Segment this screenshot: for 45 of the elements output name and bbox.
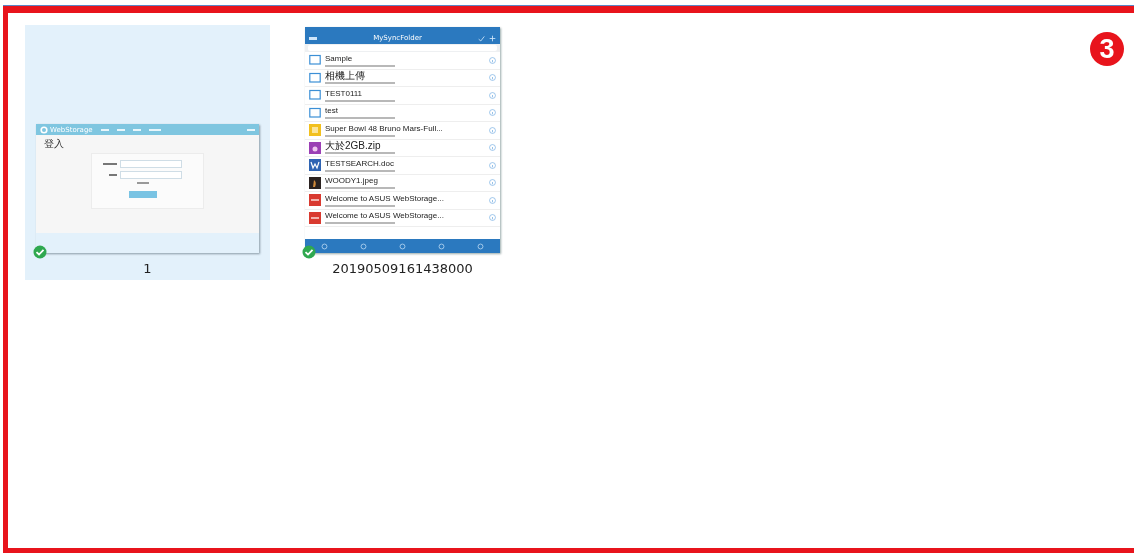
pdf-icon [309, 211, 321, 224]
file-name: Super Bowl 48 Bruno Mars-Full... [325, 123, 444, 134]
input-field [120, 160, 182, 168]
file-name: Welcome to ASUS WebStorage... [325, 211, 445, 222]
folder-icon [309, 89, 321, 102]
file-name: 大於2GB.zip [325, 141, 382, 152]
folder-icon [309, 54, 321, 67]
zip-icon [309, 141, 321, 154]
info-icon [489, 214, 496, 222]
info-icon [489, 144, 496, 152]
info-icon [489, 196, 496, 204]
file-name: TESTSEARCH.doc [325, 158, 395, 169]
file-name: 1 [143, 261, 152, 276]
tab-icon [321, 242, 328, 250]
step-number-badge: 3 [1090, 32, 1124, 66]
input-field [120, 171, 182, 179]
info-icon [489, 161, 496, 169]
file-name: 20190509161438000 [332, 261, 473, 276]
plus-icon [489, 34, 496, 42]
folder-icon [309, 106, 321, 119]
file-name: WOODY1.jpeg [325, 176, 379, 187]
image-icon [309, 176, 321, 189]
login-button [128, 191, 157, 198]
file-name: Welcome to ASUS WebStorage... [325, 193, 445, 204]
info-icon [489, 74, 496, 82]
info-icon [489, 56, 496, 64]
audio-icon [309, 124, 321, 137]
file-name: test [325, 106, 339, 117]
logo-icon [40, 125, 48, 134]
doc-icon [309, 159, 321, 172]
folder-icon [309, 71, 321, 84]
tab-icon [438, 242, 445, 250]
file-name: 相機上傳 [325, 71, 366, 82]
pdf-icon [309, 194, 321, 207]
info-icon [489, 91, 496, 99]
file-name: TEST0111 [325, 88, 364, 99]
info-icon [489, 109, 496, 117]
check-icon [478, 34, 485, 42]
tab-icon [477, 242, 484, 250]
info-icon [489, 179, 496, 187]
file-name: Sample [325, 53, 354, 64]
info-icon [489, 126, 496, 134]
tab-icon [360, 242, 367, 250]
tab-icon [399, 242, 406, 250]
page-heading: 登入 [44, 137, 64, 151]
